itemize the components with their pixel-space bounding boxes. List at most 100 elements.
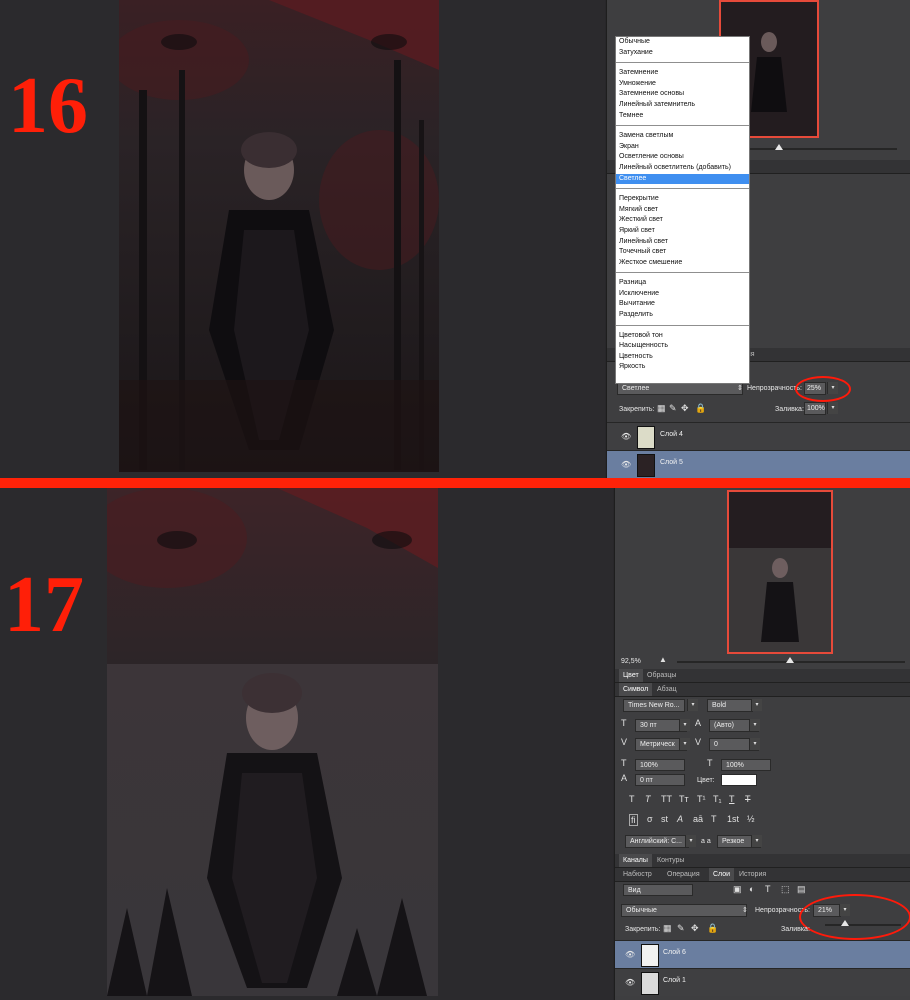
filter-smart-object-icon[interactable]: ▤: [797, 884, 806, 895]
blend-mode-option[interactable]: Исключение: [616, 289, 749, 300]
tracking-dropdown[interactable]: ▾: [749, 738, 760, 750]
fill-dropdown-button[interactable]: ▾: [827, 402, 838, 414]
filter-type-icon[interactable]: T: [765, 884, 771, 894]
tab-channels[interactable]: Каналы: [619, 854, 652, 867]
fractions-icon[interactable]: ½: [747, 814, 755, 824]
superscript-icon[interactable]: T¹: [697, 794, 706, 804]
blend-mode-option[interactable]: Яркий свет: [616, 226, 749, 237]
blend-mode-option[interactable]: Жесткое смешение: [616, 258, 749, 269]
blend-mode-option[interactable]: Жесткий свет: [616, 215, 749, 226]
blend-mode-option[interactable]: Затемнение: [616, 68, 749, 79]
tab-history[interactable]: История: [735, 868, 770, 881]
blend-mode-option[interactable]: Мягкий свет: [616, 205, 749, 216]
blend-mode-select[interactable]: Обычные: [621, 904, 747, 917]
language-select[interactable]: Английский: С...: [625, 835, 689, 848]
blend-mode-option[interactable]: Разделить: [616, 310, 749, 321]
blend-mode-option[interactable]: Линейный свет: [616, 237, 749, 248]
vertical-scale-input[interactable]: 100%: [635, 759, 685, 771]
blend-mode-option[interactable]: Вычитание: [616, 299, 749, 310]
text-color-swatch[interactable]: [721, 774, 757, 786]
visibility-eye-icon[interactable]: 👁: [625, 950, 635, 959]
old-style-icon[interactable]: σ: [647, 814, 653, 824]
filter-shape-icon[interactable]: ⬚: [781, 884, 790, 895]
layer-row[interactable]: 👁 Слой 4: [607, 422, 910, 450]
document-image[interactable]: [119, 0, 439, 472]
tab-character[interactable]: Символ: [619, 683, 653, 696]
lock-transparent-pixels-icon[interactable]: ▦: [657, 403, 666, 414]
zoom-level[interactable]: 92,5%: [621, 658, 641, 665]
font-size-dropdown[interactable]: ▾: [679, 719, 690, 731]
tab-paths[interactable]: Контуры: [653, 854, 688, 867]
fraction-icon[interactable]: 1st: [727, 814, 739, 824]
faux-bold-icon[interactable]: T: [629, 794, 635, 804]
font-family-select[interactable]: Times New Ro...: [623, 699, 685, 712]
blend-mode-option[interactable]: Светлее: [616, 173, 749, 185]
ligatures-icon[interactable]: fi: [629, 814, 638, 826]
font-family-dropdown[interactable]: ▾: [687, 699, 698, 711]
blend-mode-option[interactable]: Линейный осветлитель (добавить): [616, 163, 749, 174]
blend-mode-option[interactable]: Цветовой тон: [616, 331, 749, 342]
language-dropdown[interactable]: ▾: [685, 835, 696, 847]
visibility-eye-icon[interactable]: 👁: [625, 978, 635, 987]
fill-input[interactable]: 100%: [804, 402, 826, 415]
tab-actions-set[interactable]: Набюстр: [619, 868, 656, 881]
tab-layers[interactable]: Слои: [709, 868, 735, 881]
blend-mode-option[interactable]: Яркость: [616, 362, 749, 373]
layer-row-selected[interactable]: 👁 Слой 5: [607, 450, 910, 478]
all-caps-icon[interactable]: TT: [661, 794, 672, 804]
tab-paragraph[interactable]: Абзац: [653, 683, 681, 696]
lock-all-icon[interactable]: 🔒: [695, 403, 706, 414]
blend-mode-option[interactable]: Темнее: [616, 111, 749, 122]
blend-mode-menu[interactable]: Обычные Затухание Затемнение Умножение Затем…: [615, 36, 750, 384]
tab-color[interactable]: Цвет: [619, 669, 643, 682]
strikethrough-icon[interactable]: T: [745, 794, 751, 804]
document-image[interactable]: [107, 488, 438, 996]
baseline-shift-input[interactable]: 0 пт: [635, 774, 685, 786]
layer-filter-select[interactable]: Вид: [623, 884, 693, 896]
zoom-slider-thumb[interactable]: [775, 144, 783, 150]
blend-mode-option[interactable]: Умножение: [616, 79, 749, 90]
underline-icon[interactable]: T: [729, 794, 735, 804]
stylistic-alternates-icon[interactable]: A: [677, 814, 683, 824]
visibility-eye-icon[interactable]: 👁: [621, 460, 631, 469]
lock-position-icon[interactable]: ✥: [691, 923, 699, 934]
blend-mode-option[interactable]: Точечный свет: [616, 247, 749, 258]
blend-mode-option[interactable]: Перекрытие: [616, 194, 749, 205]
lock-transparent-pixels-icon[interactable]: ▦: [663, 923, 672, 934]
blend-mode-option[interactable]: Обычные: [616, 37, 749, 48]
blend-mode-option[interactable]: Насыщенность: [616, 341, 749, 352]
filter-adjustment-icon[interactable]: ◐: [749, 884, 754, 894]
swash-icon[interactable]: st: [661, 814, 668, 824]
horizontal-scale-input[interactable]: 100%: [721, 759, 771, 771]
layer-row-selected[interactable]: 👁 Слой 6: [615, 940, 910, 968]
lock-image-pixels-icon[interactable]: ✎: [677, 923, 685, 934]
opacity-slider-track[interactable]: [825, 924, 901, 926]
tab-swatches[interactable]: Образцы: [643, 669, 680, 682]
blend-mode-option[interactable]: Цветность: [616, 352, 749, 363]
opacity-slider-thumb[interactable]: [841, 920, 849, 926]
filter-pixel-icon[interactable]: ▣: [733, 884, 742, 895]
tab-operations[interactable]: Операция: [663, 868, 704, 881]
blend-mode-option[interactable]: Линейный затемнитель: [616, 100, 749, 111]
zoom-slider-thumb[interactable]: [786, 657, 794, 663]
font-style-dropdown[interactable]: ▾: [751, 699, 762, 711]
blend-mode-option[interactable]: Экран: [616, 142, 749, 153]
blend-mode-option[interactable]: Осветление основы: [616, 152, 749, 163]
zoom-out-icon[interactable]: ▲: [659, 655, 667, 664]
blend-mode-option[interactable]: Разница: [616, 278, 749, 289]
faux-italic-icon[interactable]: T: [645, 794, 651, 804]
visibility-eye-icon[interactable]: 👁: [621, 432, 631, 441]
blend-mode-option[interactable]: Затухание: [616, 48, 749, 59]
small-caps-icon[interactable]: Tт: [679, 794, 689, 804]
ordinals-icon[interactable]: T: [711, 814, 717, 824]
titling-alternates-icon[interactable]: aā: [693, 814, 703, 824]
blend-mode-option[interactable]: Замена светлым: [616, 131, 749, 142]
lock-position-icon[interactable]: ✥: [681, 403, 689, 414]
font-style-select[interactable]: Bold: [707, 699, 753, 712]
blend-mode-option[interactable]: Затемнение основы: [616, 89, 749, 100]
lock-all-icon[interactable]: 🔒: [707, 923, 718, 934]
layer-row[interactable]: 👁 Слой 1: [615, 968, 910, 996]
subscript-icon[interactable]: T₁: [713, 794, 722, 804]
antialias-dropdown[interactable]: ▾: [751, 835, 762, 847]
navigator-thumbnail[interactable]: [727, 490, 833, 654]
